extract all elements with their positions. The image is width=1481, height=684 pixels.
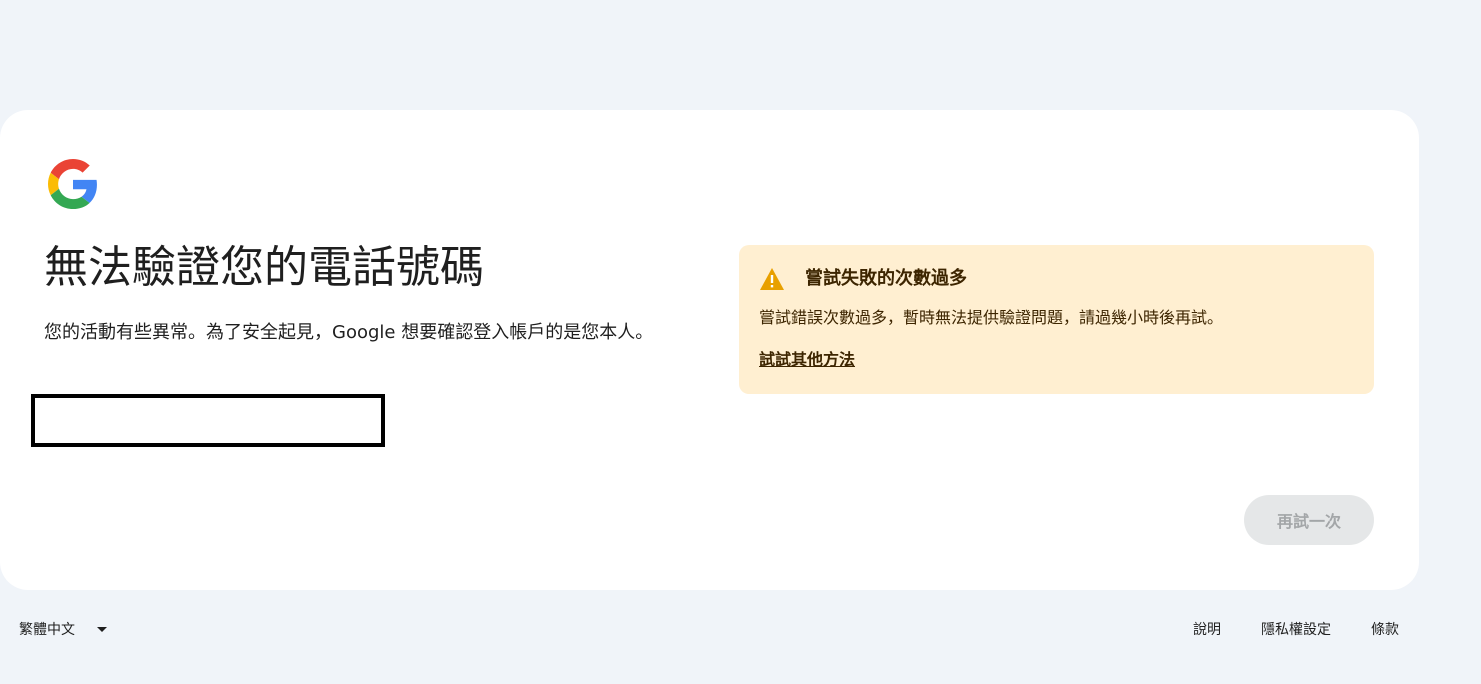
- try-another-way-link[interactable]: 試試其他方法: [759, 348, 855, 372]
- verification-card: 無法驗證您的電話號碼 您的活動有些異常。為了安全起見，Google 想要確認登入…: [0, 110, 1419, 590]
- warning-icon: [760, 268, 784, 290]
- help-link[interactable]: 說明: [1193, 619, 1221, 639]
- page-title: 無法驗證您的電話號碼: [44, 242, 484, 293]
- language-label: 繁體中文: [19, 622, 75, 638]
- caret-down-icon: [97, 626, 107, 632]
- terms-link[interactable]: 條款: [1371, 619, 1399, 639]
- retry-button[interactable]: 再試一次: [1244, 495, 1374, 545]
- alert-message: 嘗試錯誤次數過多，暫時無法提供驗證問題，請過幾小時後再試。: [759, 308, 1224, 327]
- privacy-link[interactable]: 隱私權設定: [1261, 619, 1331, 639]
- footer-links: 說明 隱私權設定 條款: [1153, 617, 1399, 641]
- language-selector[interactable]: 繁體中文: [19, 617, 107, 641]
- google-g-logo-icon: [48, 159, 97, 209]
- page-description: 您的活動有些異常。為了安全起見，Google 想要確認登入帳戶的是您本人。: [44, 322, 654, 343]
- too-many-attempts-alert: 嘗試失敗的次數過多 嘗試錯誤次數過多，暫時無法提供驗證問題，請過幾小時後再試。 …: [739, 245, 1374, 394]
- redacted-phone-box: [31, 394, 385, 447]
- alert-title: 嘗試失敗的次數過多: [805, 268, 967, 289]
- page: 無法驗證您的電話號碼 您的活動有些異常。為了安全起見，Google 想要確認登入…: [0, 0, 1481, 684]
